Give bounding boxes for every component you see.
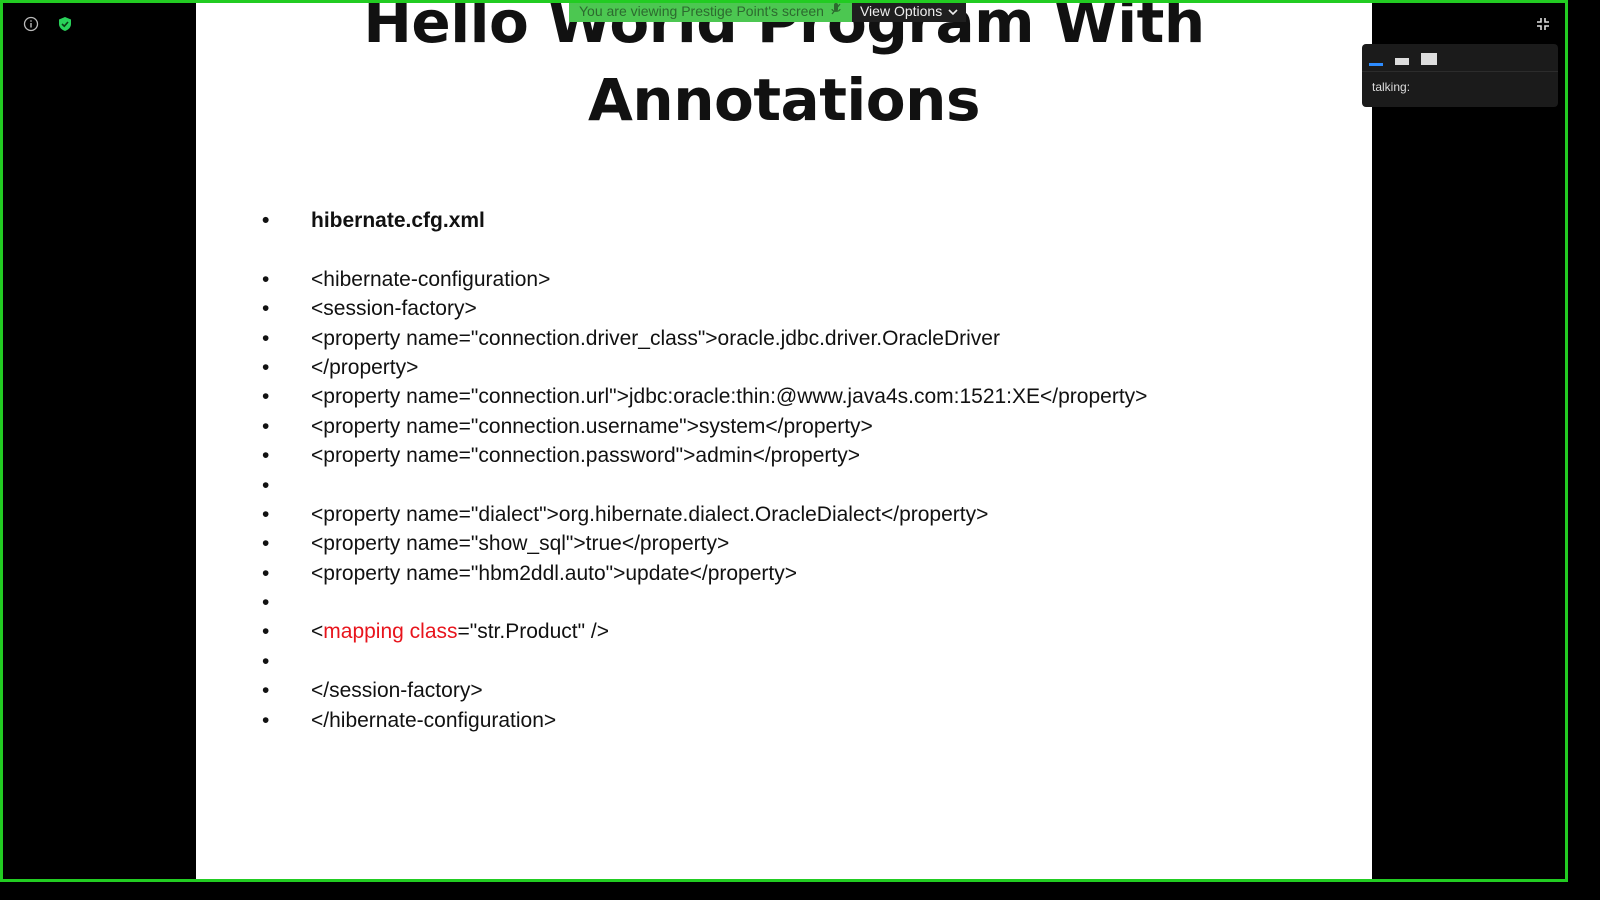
- panel-divider: [1362, 71, 1558, 72]
- fullscreen-view-icon[interactable]: [1420, 52, 1438, 71]
- view-mode-buttons: [1368, 52, 1438, 71]
- slide-title-line-2: Annotations: [588, 66, 980, 134]
- talking-indicator: talking:: [1372, 80, 1411, 94]
- viewing-text: You are viewing Prestige Point's screen: [579, 3, 824, 19]
- microphone-muted-icon: [830, 0, 842, 22]
- view-options-label: View Options: [859, 3, 943, 19]
- info-icon[interactable]: [20, 13, 42, 35]
- gallery-view-icon[interactable]: [1394, 53, 1410, 71]
- shared-slide: Hello World Program With Annotations • hi…: [196, 3, 1372, 879]
- exit-fullscreen-icon[interactable]: [1532, 13, 1554, 35]
- viewing-notice: You are viewing Prestige Point's screen: [569, 0, 852, 22]
- speaker-view-icon[interactable]: [1368, 53, 1384, 71]
- shield-icon[interactable]: [54, 13, 76, 35]
- chevron-down-icon: [948, 0, 958, 22]
- view-options-button[interactable]: View Options: [851, 0, 967, 22]
- mapping-class-keyword: mapping class: [323, 620, 458, 644]
- screen-share-banner: You are viewing Prestige Point's screen …: [569, 0, 967, 22]
- slide-title: Hello World Program With Annotations: [196, 3, 1372, 139]
- video-panel: talking:: [1362, 44, 1558, 107]
